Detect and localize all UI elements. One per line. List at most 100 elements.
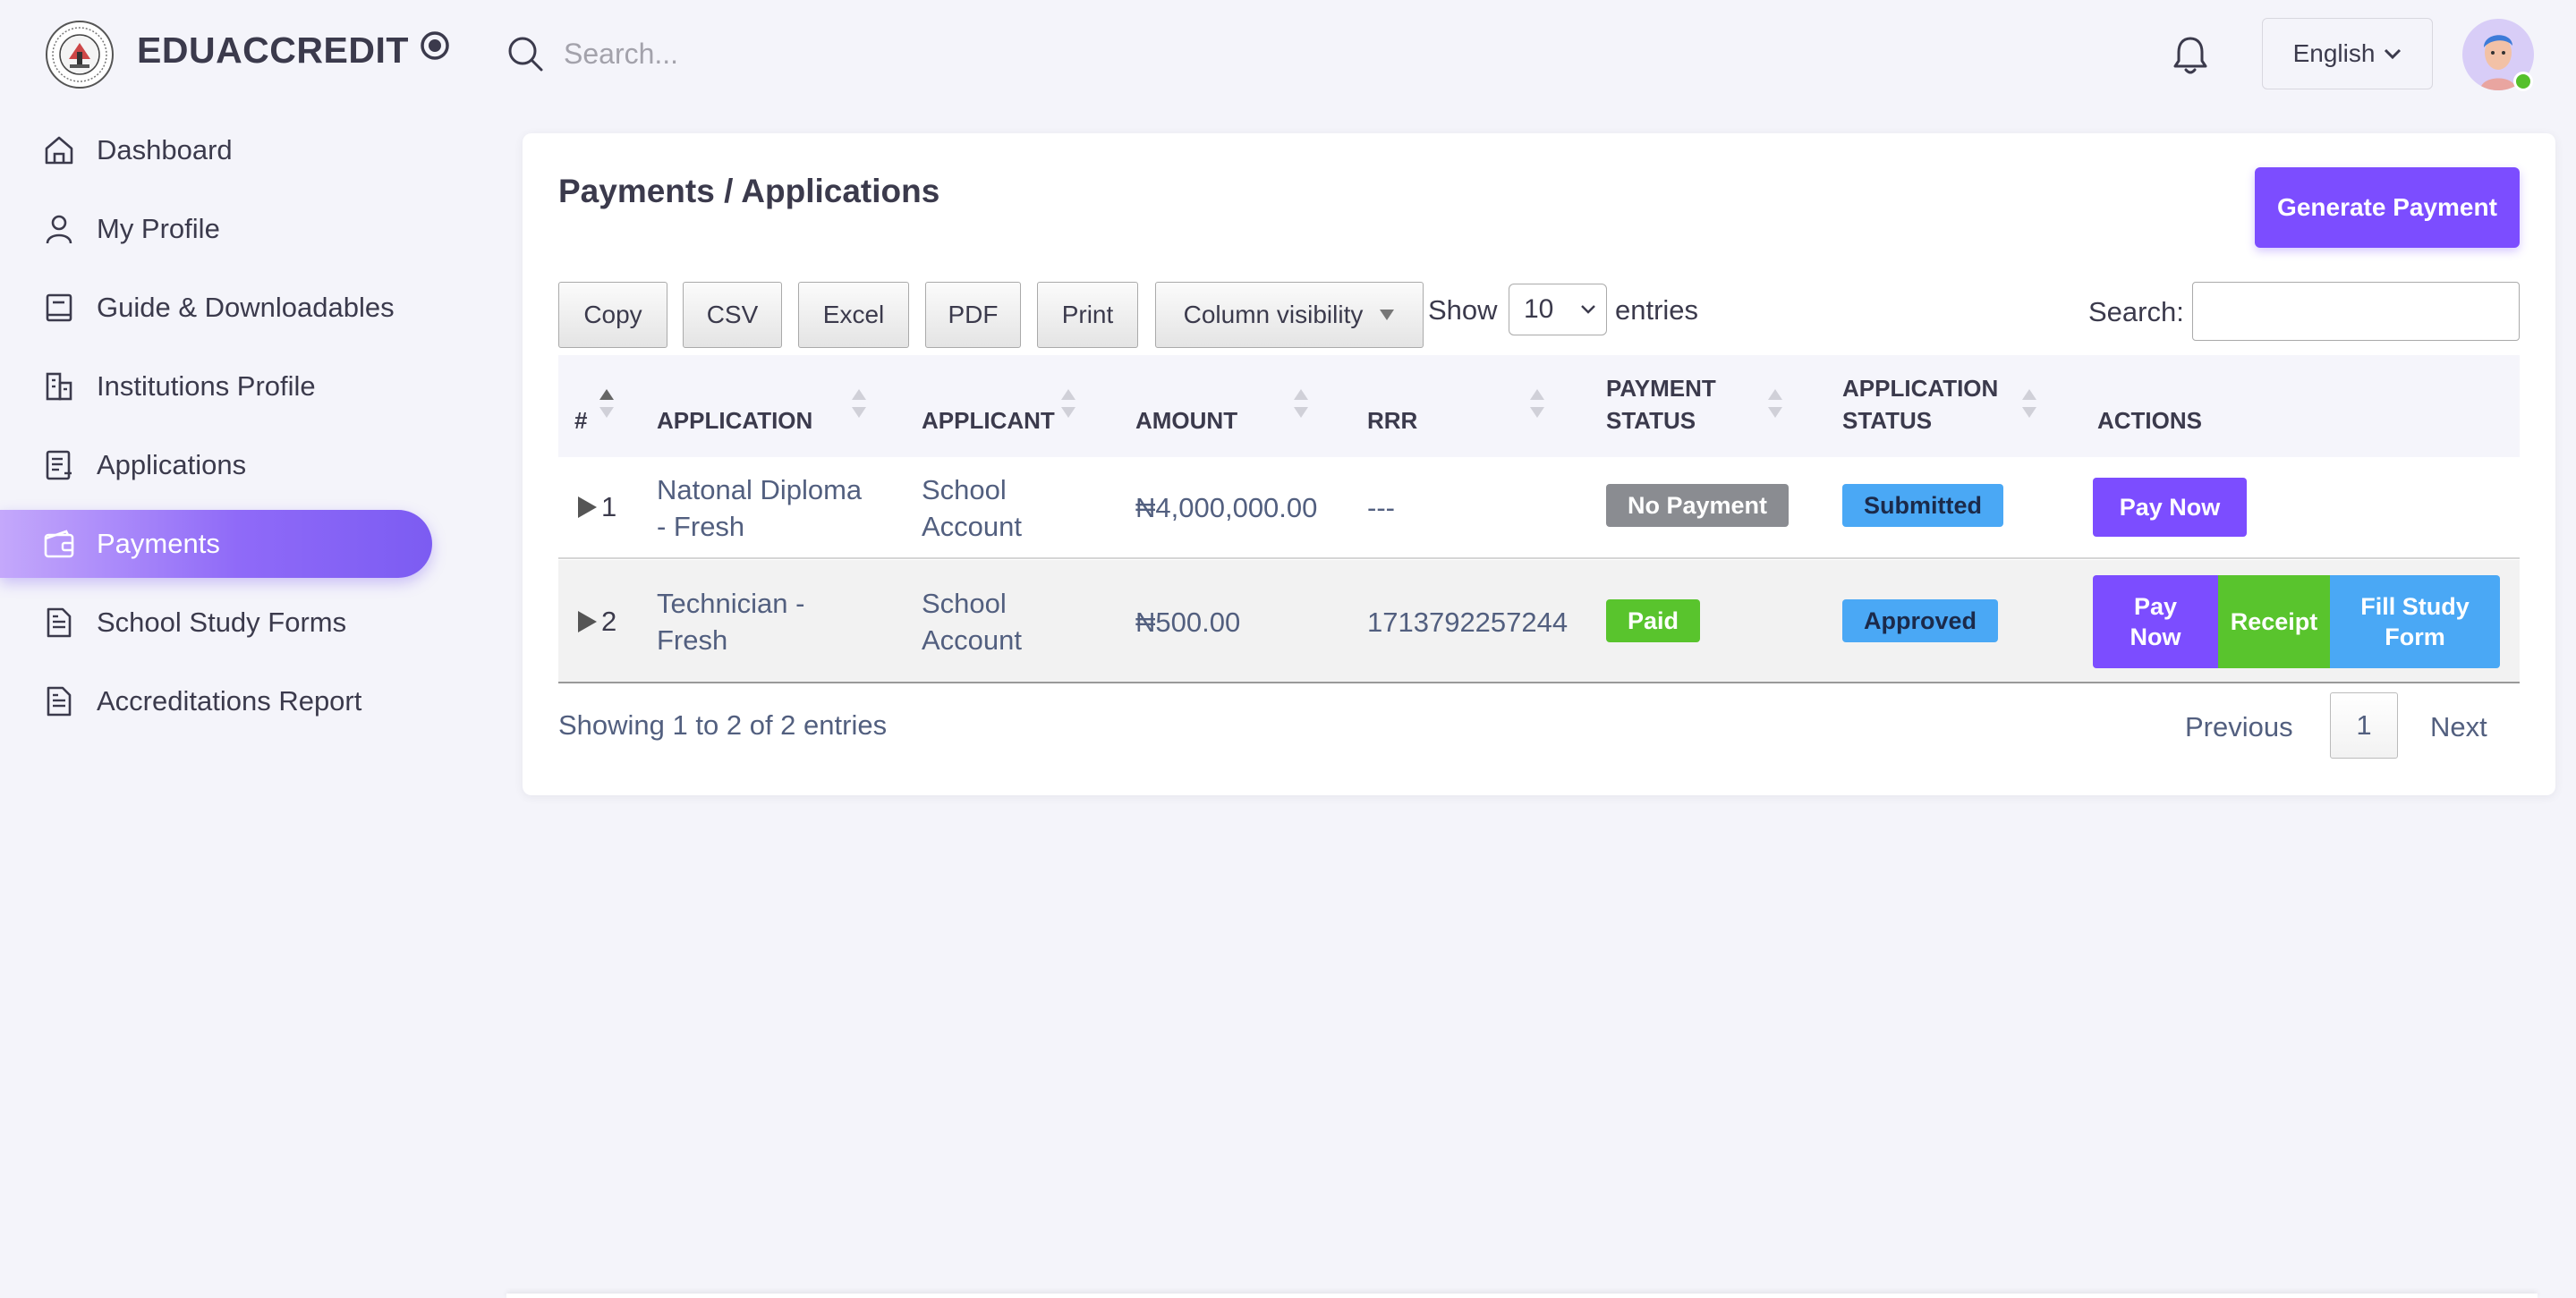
chevron-down-icon	[1581, 305, 1595, 314]
sidebar-item-label: My Profile	[97, 213, 220, 244]
sidebar-item-label: School Study Forms	[97, 607, 347, 638]
button-line: Form	[2385, 624, 2445, 650]
column-header-application[interactable]: APPLICATION	[657, 404, 812, 437]
pay-now-button[interactable]: Pay Now	[2093, 478, 2247, 537]
column-visibility-button[interactable]: Column visibility	[1155, 282, 1424, 348]
amount-cell: ₦4,000,000.00	[1135, 492, 1318, 523]
sidebar-item-payments[interactable]: Payments	[0, 510, 432, 578]
user-icon	[46, 215, 72, 244]
cell-line: - Fresh	[657, 511, 745, 542]
sidebar-item-accreditations-report[interactable]: Accreditations Report	[0, 667, 432, 735]
application-cell: Natonal Diploma - Fresh	[657, 471, 862, 545]
bell-icon[interactable]	[2170, 34, 2211, 77]
document-list-icon	[46, 450, 72, 480]
sidebar-item-my-profile[interactable]: My Profile	[0, 195, 432, 263]
sidebar-item-dashboard[interactable]: Dashboard	[0, 116, 432, 184]
sort-icon	[852, 389, 866, 418]
receipt-button[interactable]: Receipt	[2218, 575, 2330, 668]
table-row: 1 Natonal Diploma - Fresh School Account…	[558, 457, 2520, 559]
logo-seal-icon	[46, 21, 114, 89]
cell-line: School	[922, 588, 1007, 619]
footer-edge	[506, 1294, 2538, 1298]
row-expand-toggle[interactable]: 1	[576, 488, 616, 525]
entries-value: 10	[1524, 294, 1554, 324]
sidebar-item-label: Institutions Profile	[97, 370, 316, 402]
payments-card: Payments / Applications Generate Payment…	[523, 133, 2555, 795]
triangle-right-icon	[578, 610, 597, 632]
sort-asc-icon	[599, 389, 614, 418]
header-line: STATUS	[1606, 407, 1696, 434]
sidebar-item-label: Accreditations Report	[97, 685, 362, 717]
cell-line: Fresh	[657, 624, 728, 656]
chevron-down-icon	[2385, 48, 2402, 60]
column-header-rrr[interactable]: RRR	[1367, 404, 1417, 437]
sidebar-item-label: Dashboard	[97, 134, 233, 165]
sidebar-item-label: Applications	[97, 449, 247, 480]
entries-select[interactable]: 10	[1509, 284, 1607, 335]
sort-icon	[1294, 389, 1308, 418]
sidebar-item-label: Guide & Downloadables	[97, 292, 395, 323]
table-info: Showing 1 to 2 of 2 entries	[558, 709, 888, 741]
sidebar-item-applications[interactable]: Applications	[0, 431, 432, 499]
column-header-applicant[interactable]: APPLICANT	[922, 404, 1055, 437]
sort-icon	[2022, 389, 2036, 418]
sidebar-item-school-study-forms[interactable]: School Study Forms	[0, 589, 432, 657]
cell-line: Account	[922, 624, 1023, 656]
header-line: APPLICATION	[1842, 375, 1999, 402]
application-cell: Technician - Fresh	[657, 585, 804, 658]
table-header: # APPLICATION APPLICANT AMOUNT RRR PAYME…	[558, 355, 2520, 457]
file-text-icon	[47, 686, 72, 717]
csv-button[interactable]: CSV	[683, 282, 782, 348]
table-search-input[interactable]	[2192, 282, 2520, 341]
applicant-cell: School Account	[922, 471, 1022, 545]
rrr-cell: 1713792257244	[1367, 607, 1569, 638]
book-icon	[46, 293, 72, 322]
column-header-num[interactable]: #	[574, 404, 587, 437]
file-text-icon	[47, 607, 72, 638]
excel-button[interactable]: Excel	[798, 282, 909, 348]
search-icon[interactable]	[506, 34, 545, 73]
pagination-previous[interactable]: Previous	[2185, 711, 2293, 743]
pagination-next[interactable]: Next	[2430, 711, 2487, 743]
header-line: PAYMENT	[1606, 375, 1716, 402]
payment-status-badge: No Payment	[1606, 484, 1790, 527]
application-status-badge: Submitted	[1842, 484, 2003, 527]
generate-payment-button[interactable]: Generate Payment	[2255, 167, 2520, 248]
rrr-cell: ---	[1367, 492, 1395, 523]
language-selector[interactable]: English	[2262, 18, 2433, 89]
sort-icon	[1530, 389, 1544, 418]
column-visibility-label: Column visibility	[1183, 301, 1364, 328]
registered-mark-icon	[421, 31, 449, 60]
row-number: 1	[601, 491, 617, 522]
online-status-dot	[2513, 72, 2533, 91]
column-header-amount[interactable]: AMOUNT	[1135, 404, 1237, 437]
sidebar-item-guide-downloadables[interactable]: Guide & Downloadables	[0, 274, 432, 342]
copy-button[interactable]: Copy	[558, 282, 667, 348]
cell-line: Technician -	[657, 588, 805, 619]
pdf-button[interactable]: PDF	[925, 282, 1021, 348]
amount-cell: ₦500.00	[1135, 607, 1241, 638]
pay-now-button[interactable]: Pay Now	[2093, 575, 2218, 668]
sidebar-item-institutions-profile[interactable]: Institutions Profile	[0, 352, 432, 420]
row-expand-toggle[interactable]: 2	[576, 603, 616, 640]
table-row: 2 Technician - Fresh School Account ₦500…	[558, 560, 2520, 683]
row-number: 2	[601, 606, 617, 637]
show-label: Show	[1428, 294, 1498, 326]
global-search-input[interactable]	[564, 27, 1190, 81]
sidebar-item-label: Payments	[97, 528, 220, 559]
table-search-label: Search:	[2088, 296, 2184, 327]
fill-study-form-button[interactable]: Fill Study Form	[2330, 575, 2500, 668]
triangle-down-icon	[1380, 310, 1395, 320]
payment-status-badge: Paid	[1606, 599, 1701, 642]
sort-icon	[1768, 389, 1782, 418]
entries-label: entries	[1615, 294, 1699, 326]
wallet-icon	[44, 530, 74, 558]
column-header-payment-status[interactable]: PAYMENT STATUS	[1606, 372, 1716, 437]
column-header-actions: ACTIONS	[2097, 407, 2202, 434]
cell-line: Natonal Diploma	[657, 474, 863, 505]
sort-icon	[1061, 389, 1075, 418]
print-button[interactable]: Print	[1037, 282, 1138, 348]
pagination-page-1[interactable]: 1	[2330, 692, 2398, 759]
column-header-application-status[interactable]: APPLICATION STATUS	[1842, 372, 1998, 437]
button-line: Fill Study	[2360, 593, 2470, 620]
